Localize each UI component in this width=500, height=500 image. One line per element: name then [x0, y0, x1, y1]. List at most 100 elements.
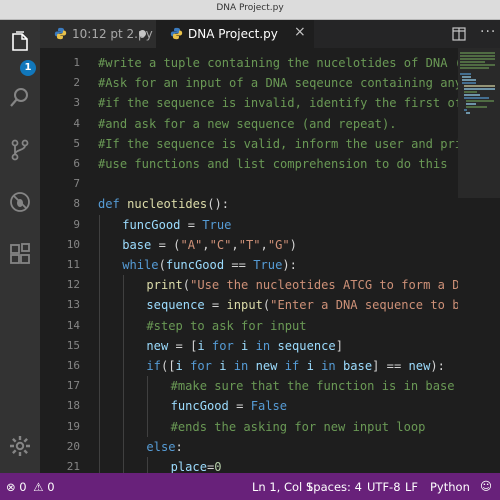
- indent-guide: [123, 436, 125, 457]
- indent-guide: [99, 275, 100, 296]
- code-line[interactable]: print("Use the nucleotides ATCG to form …: [146, 275, 460, 295]
- code-token: =: [228, 399, 251, 414]
- code-line[interactable]: def nucleotides():: [98, 194, 229, 214]
- indent-guide: [147, 416, 149, 437]
- code-token: if: [146, 359, 161, 373]
- line-number: 15: [66, 338, 80, 352]
- activity-bar: 1: [0, 20, 40, 473]
- code-token: = (: [151, 237, 181, 252]
- code-token: (: [182, 278, 191, 293]
- code-token: #write a tuple containing the nucelotide…: [98, 56, 460, 70]
- line-number: 19: [66, 419, 80, 433]
- code-line[interactable]: place=0: [171, 457, 222, 473]
- minimap-line: [464, 91, 478, 93]
- code-token: new: [146, 338, 169, 353]
- code-line[interactable]: if([i for i in new if i in base] == new)…: [146, 356, 445, 376]
- line-number: 12: [66, 278, 80, 292]
- code-token: i: [175, 359, 183, 373]
- encoding-setting[interactable]: UTF-8: [367, 480, 401, 494]
- minimap-line: [460, 67, 489, 69]
- close-tab-icon[interactable]: ×: [294, 24, 306, 40]
- settings-gear-icon[interactable]: [8, 434, 32, 458]
- minimap-line: [460, 64, 496, 66]
- line-number: 5: [73, 136, 80, 150]
- code-editor[interactable]: 1 2 3 4 5 6 7 8 9 10 11 12 13 14 15 16 17 18 19 20 21 #write…: [40, 48, 500, 473]
- line-number: 1: [73, 56, 80, 69]
- error-count: 0: [19, 480, 27, 494]
- code-token: input: [226, 298, 263, 313]
- code-token: True: [202, 217, 232, 232]
- code-token: print: [146, 278, 183, 293]
- code-line[interactable]: #if the sequence is invalid, identify th…: [98, 93, 460, 113]
- code-area[interactable]: #write a tuple containing the nucelotide…: [98, 48, 460, 473]
- code-line[interactable]: sequence = input("Enter a DNA sequence t…: [146, 295, 460, 315]
- split-editor-icon[interactable]: [452, 27, 466, 41]
- minimap-line: [462, 76, 471, 78]
- code-line[interactable]: #use functions and list comprehension to…: [98, 154, 448, 174]
- code-token: new: [408, 359, 431, 373]
- indent-guide: [99, 416, 100, 437]
- line-number: 20: [66, 439, 80, 453]
- language-mode[interactable]: Python: [430, 480, 470, 494]
- extensions-icon[interactable]: [8, 242, 32, 266]
- code-token: "C": [209, 237, 232, 252]
- code-line[interactable]: #and ask for a new sequence (and repeat)…: [98, 114, 397, 134]
- warning-icon: ⚠: [33, 480, 44, 494]
- code-line[interactable]: #If the sequence is valid, inform the us…: [98, 134, 460, 154]
- indent-guide: [123, 457, 125, 473]
- code-token: ,: [260, 237, 268, 252]
- code-line[interactable]: else:: [146, 437, 182, 457]
- code-line[interactable]: #Ask for an input of a DNA seqeunce cont…: [98, 73, 460, 93]
- code-token: ,: [231, 237, 239, 252]
- code-token: i: [306, 359, 314, 373]
- code-line[interactable]: #step to ask for input: [146, 316, 306, 336]
- indent-guide: [99, 457, 100, 473]
- minimap-line: [464, 109, 467, 111]
- minimap-line: [466, 112, 471, 114]
- more-actions-icon[interactable]: ···: [480, 24, 496, 40]
- indentation-setting[interactable]: Spaces: 4: [306, 480, 362, 494]
- debug-icon[interactable]: [8, 190, 32, 214]
- indent-guide: [99, 436, 100, 457]
- code-token: ] ==: [372, 359, 409, 373]
- code-line[interactable]: base = ("A","C","T","G"): [122, 235, 297, 255]
- tab-dna-project[interactable]: DNA Project.py ×: [156, 20, 314, 48]
- line-number: 11: [66, 258, 80, 271]
- minimap-line: [466, 100, 495, 102]
- indent-guide: [123, 376, 125, 397]
- code-token: 0: [214, 460, 222, 473]
- code-token: base: [122, 237, 152, 252]
- code-token: in: [233, 359, 249, 373]
- source-control-icon[interactable]: [8, 138, 32, 162]
- code-line[interactable]: #ends the asking for new input loop: [171, 417, 426, 437]
- unsaved-dot-icon[interactable]: [139, 30, 146, 37]
- minimap-slider[interactable]: [458, 48, 500, 198]
- code-line[interactable]: funcGood = True: [122, 215, 231, 235]
- line-number: 3: [73, 96, 80, 110]
- code-line[interactable]: while(funcGood == True):: [122, 255, 297, 275]
- minimap[interactable]: [458, 48, 500, 473]
- code-token: #If the sequence is valid, inform the us…: [98, 136, 460, 151]
- line-number: 4: [73, 116, 80, 130]
- code-line[interactable]: #make sure that the function is in base …: [171, 376, 460, 396]
- minimap-line: [464, 97, 489, 99]
- code-line[interactable]: #write a tuple containing the nucelotide…: [98, 53, 460, 73]
- indent-guide: [123, 275, 125, 296]
- code-token: i: [197, 338, 205, 353]
- code-token: #if the sequence is invalid, identify th…: [98, 96, 460, 111]
- code-token: #step to ask for input: [146, 318, 307, 333]
- indent-guide: [99, 356, 100, 377]
- explorer-files-icon[interactable]: [8, 30, 32, 54]
- code-line[interactable]: funcGood = False: [171, 396, 288, 416]
- line-number: 8: [73, 197, 80, 211]
- errors-indicator[interactable]: ⊗ 0 ⚠ 0: [6, 480, 55, 494]
- search-icon[interactable]: [8, 86, 32, 110]
- eol-setting[interactable]: LF: [405, 480, 418, 494]
- code-line[interactable]: new = [i for i in sequence]: [146, 336, 343, 356]
- feedback-smiley-icon[interactable]: ☺: [480, 479, 492, 493]
- code-token: "T": [238, 237, 261, 252]
- tab-10-12-pt-2[interactable]: 10:12 pt 2.py: [40, 20, 156, 48]
- cursor-position[interactable]: Ln 1, Col 1: [252, 480, 313, 494]
